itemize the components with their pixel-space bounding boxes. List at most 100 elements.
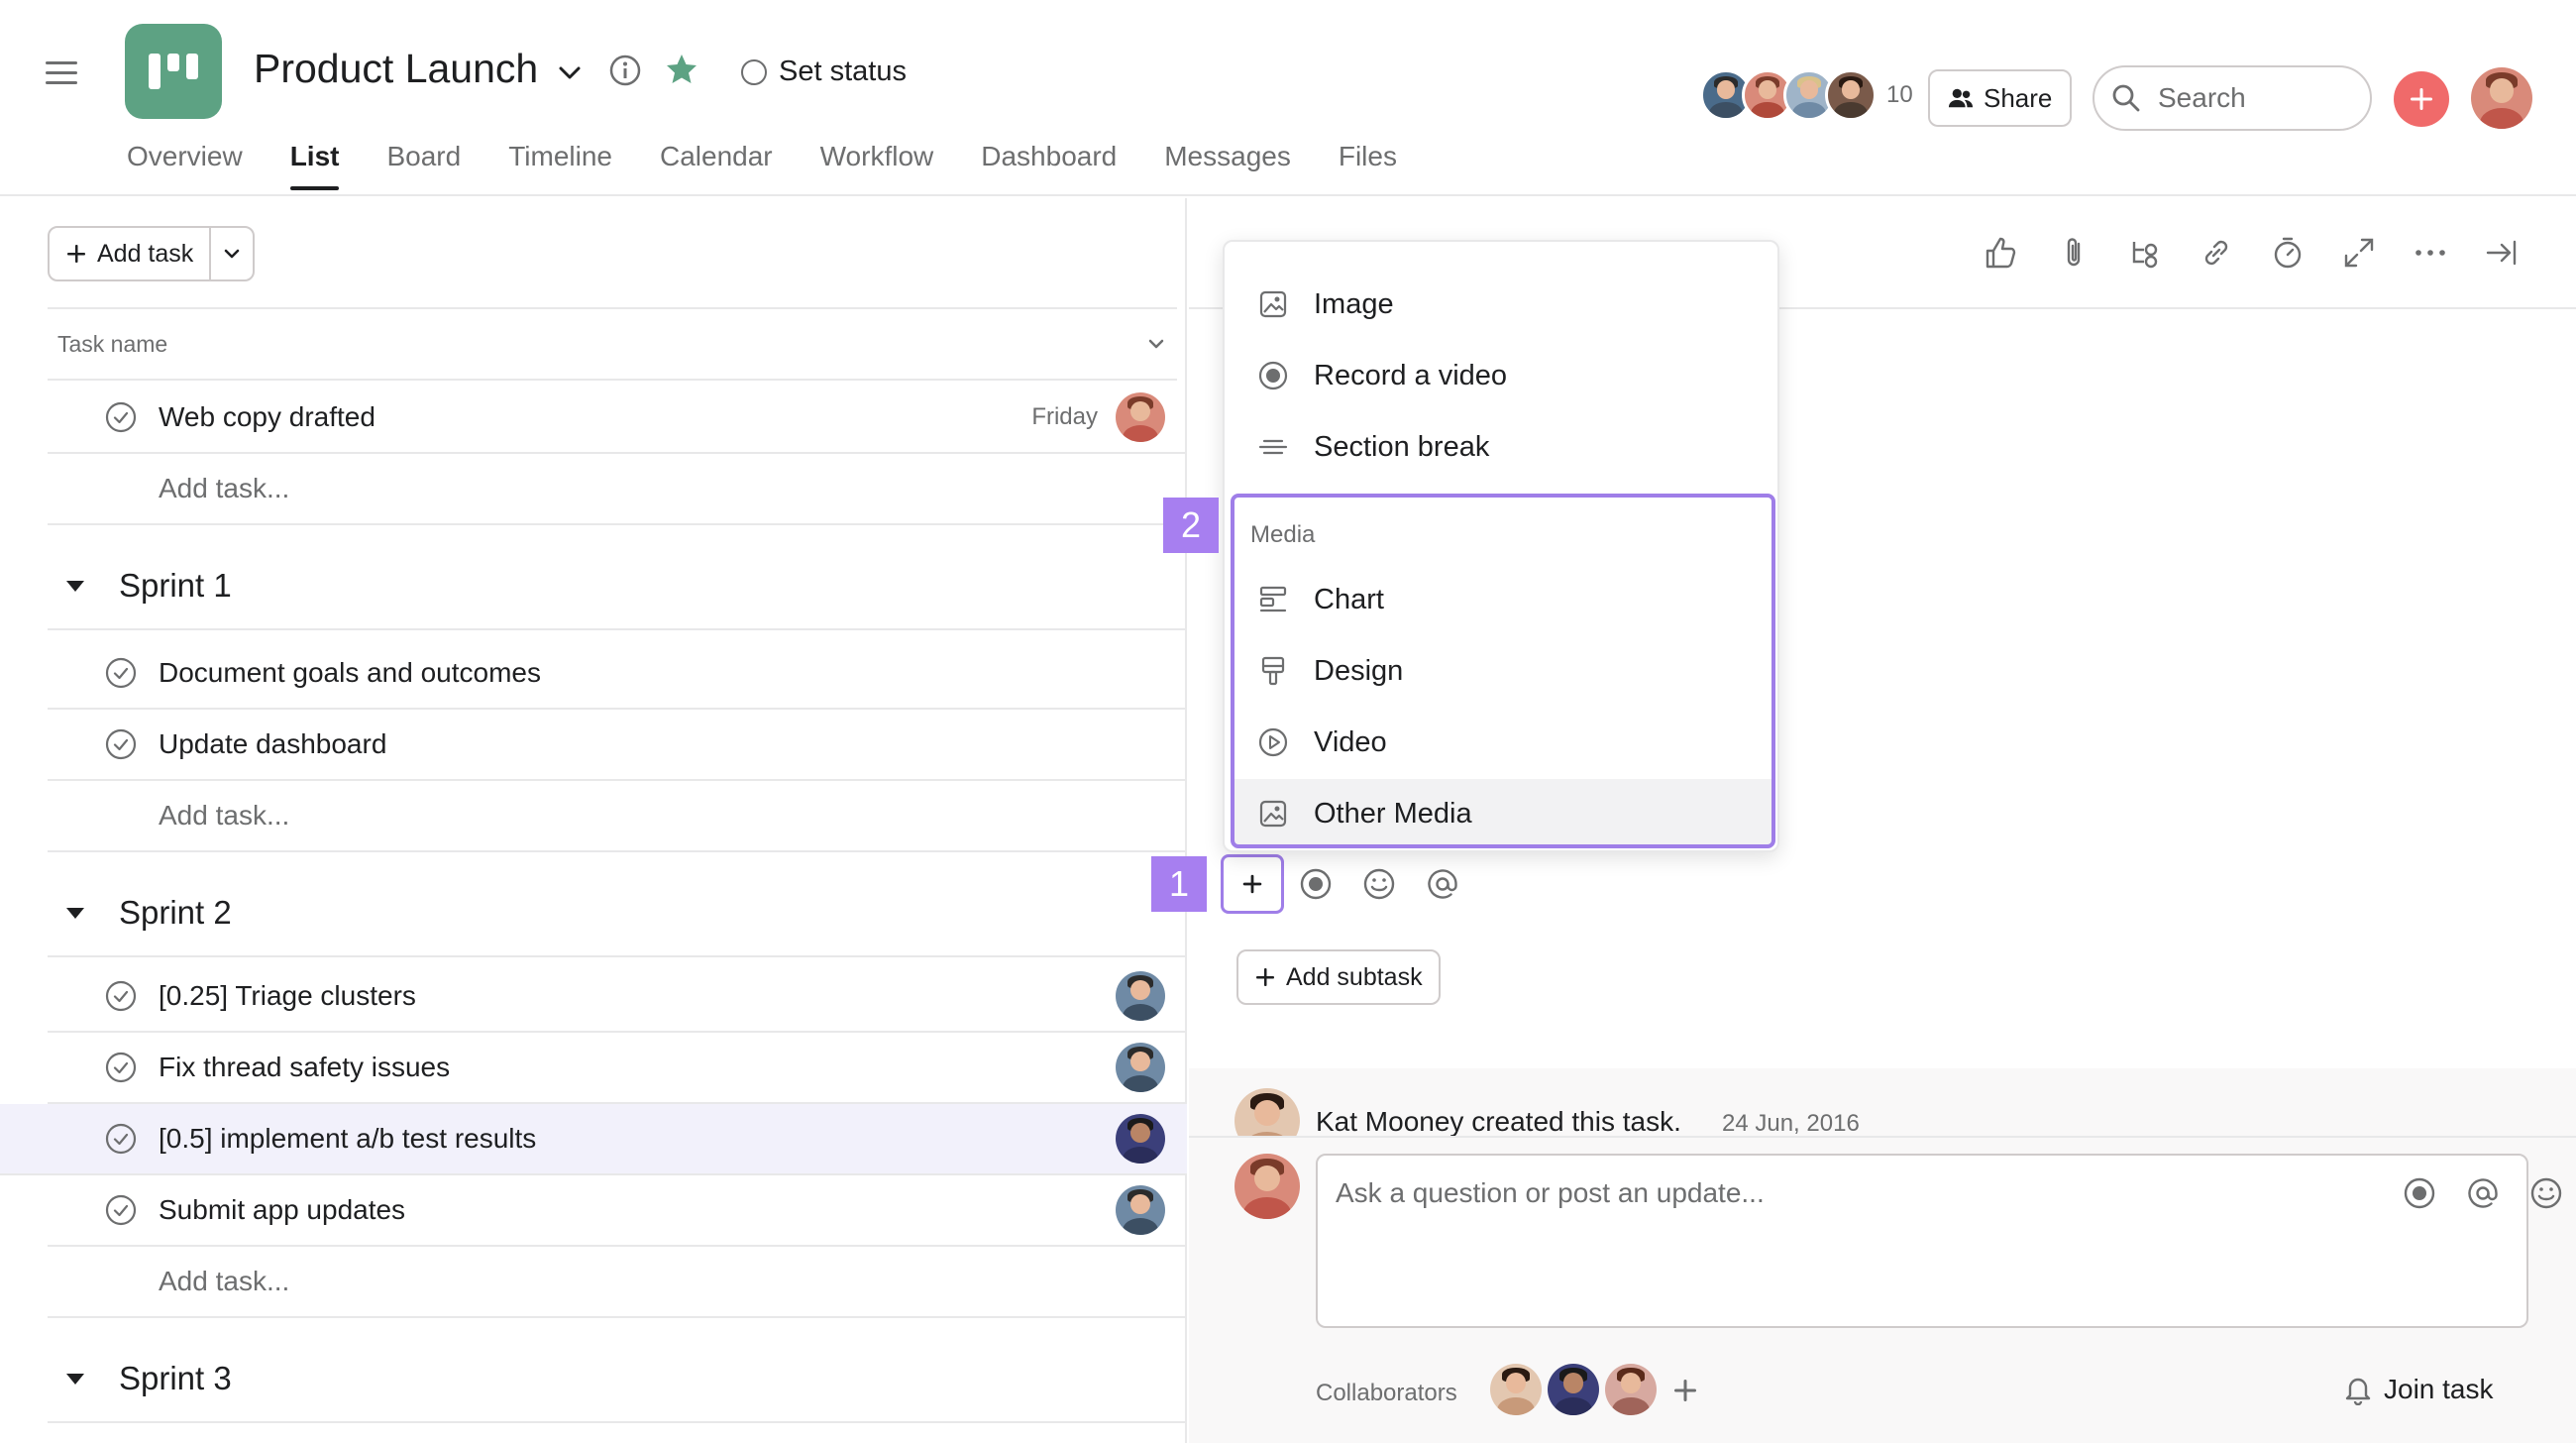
chevron-down-icon[interactable] <box>555 57 585 87</box>
comment-placeholder: Ask a question or post an update... <box>1336 1177 1765 1208</box>
tab-overview[interactable]: Overview <box>127 141 243 190</box>
section-title[interactable]: Sprint 1 <box>119 567 232 605</box>
emoji-icon[interactable] <box>1361 866 1397 902</box>
check-circle-icon[interactable] <box>105 980 137 1012</box>
menu-item-record-video[interactable]: Record a video <box>1225 341 1777 410</box>
task-name[interactable]: Fix thread safety issues <box>159 1052 1116 1083</box>
emoji-icon[interactable] <box>2528 1175 2564 1211</box>
share-button[interactable]: Share <box>1928 69 2073 127</box>
assignee-avatar[interactable] <box>1116 1043 1165 1092</box>
task-row[interactable]: [0.25] Triage clusters <box>48 961 1187 1033</box>
task-row[interactable]: Web copy drafted Friday <box>48 383 1187 454</box>
tab-list[interactable]: List <box>289 141 339 190</box>
search-placeholder: Search <box>2158 82 2246 113</box>
add-task-row[interactable]: Add task... <box>48 1247 1187 1318</box>
assignee-avatar[interactable] <box>1116 971 1165 1021</box>
tab-dashboard[interactable]: Dashboard <box>981 141 1117 190</box>
add-task-row[interactable]: Add task... <box>48 454 1187 525</box>
task-row[interactable]: Submit app updates <box>48 1175 1187 1247</box>
task-name[interactable]: Document goals and outcomes <box>159 657 1187 689</box>
set-status-button[interactable]: Set status <box>741 56 907 88</box>
tab-messages[interactable]: Messages <box>1164 141 1291 190</box>
task-row[interactable]: Document goals and outcomes <box>48 638 1187 710</box>
plus-icon <box>1242 874 1262 894</box>
expand-icon[interactable] <box>2340 234 2378 272</box>
column-task-name[interactable]: Task name <box>57 331 167 358</box>
star-icon[interactable] <box>664 52 699 87</box>
collaborator-avatar[interactable] <box>1605 1364 1657 1415</box>
task-row[interactable]: Fix thread safety issues <box>48 1033 1187 1104</box>
caret-down-icon[interactable] <box>61 1365 89 1392</box>
insert-button[interactable] <box>1221 854 1284 914</box>
section-header[interactable]: Sprint 3 <box>48 1336 1187 1423</box>
add-task-dropdown[interactable] <box>209 228 253 279</box>
due-date[interactable]: Friday <box>1031 403 1098 431</box>
caret-down-icon[interactable] <box>61 899 89 927</box>
section-header[interactable]: Sprint 1 <box>48 543 1187 630</box>
assignee-avatar[interactable] <box>1116 392 1165 442</box>
record-icon[interactable] <box>1298 866 1334 902</box>
tab-files[interactable]: Files <box>1339 141 1397 190</box>
mention-icon[interactable] <box>1425 866 1460 902</box>
join-task-button[interactable]: Join task <box>2342 1374 2494 1405</box>
caret-down-icon[interactable] <box>61 572 89 600</box>
record-icon[interactable] <box>2402 1175 2437 1211</box>
hamburger-menu-icon[interactable] <box>44 56 79 91</box>
task-name[interactable]: Web copy drafted <box>159 401 1031 433</box>
collaborator-avatar[interactable] <box>1490 1364 1542 1415</box>
collaborator-avatar[interactable] <box>1548 1364 1599 1415</box>
tab-calendar[interactable]: Calendar <box>660 141 773 190</box>
add-subtask-button[interactable]: Add subtask <box>1236 949 1441 1005</box>
tab-board[interactable]: Board <box>386 141 461 190</box>
quick-add-button[interactable] <box>2394 71 2449 127</box>
assignee-avatar[interactable] <box>1116 1185 1165 1235</box>
add-subtask-label: Add subtask <box>1286 962 1423 991</box>
task-name[interactable]: [0.25] Triage clusters <box>159 980 1116 1012</box>
plus-icon <box>2411 88 2432 110</box>
thumbs-up-icon[interactable] <box>1982 234 2019 272</box>
project-logo <box>125 24 222 119</box>
close-pane-icon[interactable] <box>2483 234 2521 272</box>
section-title[interactable]: Sprint 3 <box>119 1360 232 1397</box>
collaborator-avatars[interactable] <box>1490 1364 1657 1415</box>
set-status-label: Set status <box>779 56 907 87</box>
check-circle-icon[interactable] <box>105 1052 137 1083</box>
add-collaborator-icon[interactable] <box>1670 1376 1700 1405</box>
task-row[interactable]: Update dashboard <box>48 710 1187 781</box>
check-circle-icon[interactable] <box>105 1194 137 1226</box>
tab-timeline[interactable]: Timeline <box>508 141 612 190</box>
menu-item-image[interactable]: Image <box>1225 270 1777 339</box>
more-options-icon[interactable] <box>2412 234 2449 272</box>
project-members[interactable]: 10 <box>1700 69 1913 121</box>
user-avatar[interactable] <box>2471 67 2532 129</box>
info-icon[interactable] <box>608 54 642 87</box>
section-header[interactable]: Sprint 2 <box>48 870 1187 957</box>
task-name[interactable]: Update dashboard <box>159 728 1187 760</box>
project-tabs: Overview List Board Timeline Calendar Wo… <box>127 141 1397 190</box>
link-icon[interactable] <box>2198 234 2235 272</box>
add-task-button[interactable]: Add task <box>50 228 209 279</box>
comment-input[interactable]: Ask a question or post an update... <box>1316 1154 2562 1328</box>
check-circle-icon[interactable] <box>105 1123 137 1155</box>
check-circle-icon[interactable] <box>105 728 137 760</box>
menu-item-section-break[interactable]: Section break <box>1225 412 1777 482</box>
check-circle-icon[interactable] <box>105 401 137 433</box>
add-task-row[interactable]: Add task... <box>48 781 1187 852</box>
subtask-icon[interactable] <box>2126 234 2164 272</box>
check-circle-icon[interactable] <box>105 657 137 689</box>
task-name[interactable]: [0.5] implement a/b test results <box>159 1123 1116 1155</box>
board-icon <box>149 54 198 89</box>
column-header: Task name <box>48 307 1177 381</box>
assignee-avatar[interactable] <box>1116 1114 1165 1164</box>
mention-icon[interactable] <box>2465 1175 2501 1211</box>
task-name[interactable]: Submit app updates <box>159 1194 1116 1226</box>
search-input[interactable]: Search <box>2093 65 2372 131</box>
section-title[interactable]: Sprint 2 <box>119 894 232 932</box>
chevron-down-icon[interactable] <box>1145 333 1167 355</box>
task-row-selected[interactable]: [0.5] implement a/b test results <box>0 1104 1187 1175</box>
tab-workflow[interactable]: Workflow <box>820 141 934 190</box>
activity-text: Kat Mooney created this task. <box>1316 1106 1681 1137</box>
menu-item-label: Section break <box>1314 430 1490 463</box>
paperclip-icon[interactable] <box>2055 234 2093 272</box>
timer-icon[interactable] <box>2269 234 2307 272</box>
